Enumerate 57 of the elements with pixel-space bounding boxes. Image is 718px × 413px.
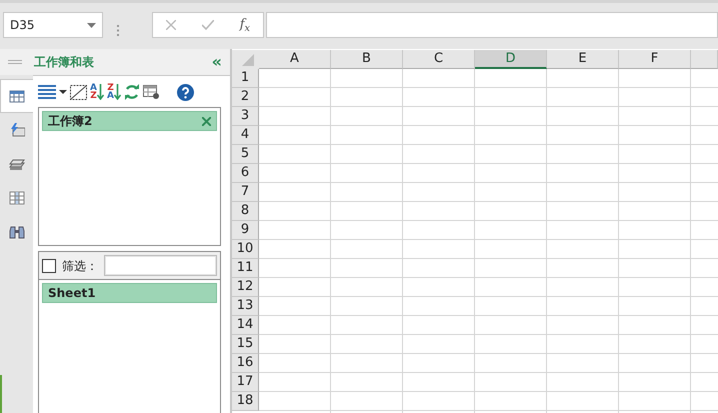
row-header[interactable]: 5 — [232, 145, 259, 164]
panel-title: 工作簿和表 — [34, 54, 94, 71]
help-button[interactable] — [176, 84, 194, 100]
accent-bar — [0, 375, 2, 413]
grip-icon — [8, 60, 22, 64]
row-header[interactable]: 11 — [232, 259, 259, 278]
close-icon[interactable] — [202, 116, 211, 126]
column-header[interactable] — [691, 50, 718, 69]
row-header[interactable]: 14 — [232, 316, 259, 335]
columns-icon — [8, 191, 24, 205]
side-tab[interactable] — [0, 79, 33, 113]
binoculars-icon — [8, 225, 24, 239]
row-header[interactable]: 12 — [232, 278, 259, 297]
row-header[interactable]: 16 — [232, 354, 259, 373]
row-header[interactable]: 9 — [232, 221, 259, 240]
caret-icon[interactable] — [59, 90, 67, 94]
row-header[interactable]: 1 — [232, 69, 259, 88]
resize-button[interactable] — [70, 84, 87, 100]
cancel-icon[interactable] — [166, 20, 176, 30]
row-header[interactable]: 17 — [232, 373, 259, 392]
column-header[interactable]: E — [547, 50, 619, 69]
row-header[interactable]: 18 — [232, 392, 259, 411]
formula-field[interactable] — [266, 12, 718, 38]
column-header[interactable]: B — [331, 50, 403, 69]
row-header[interactable]: 15 — [232, 335, 259, 354]
column-header[interactable]: C — [403, 50, 475, 69]
row-header[interactable]: 13 — [232, 297, 259, 316]
collapse-button[interactable]: « — [212, 54, 222, 70]
row-header[interactable]: 3 — [232, 107, 259, 126]
column-header[interactable]: D — [475, 50, 547, 69]
row-header[interactable]: 2 — [232, 88, 259, 107]
sort-button[interactable]: Z A — [106, 84, 121, 100]
list-button[interactable] — [38, 85, 56, 99]
row-header[interactable]: 7 — [232, 183, 259, 202]
sort-button[interactable]: A Z — [90, 84, 104, 100]
row-header[interactable]: 4 — [232, 126, 259, 145]
refresh-button[interactable] — [124, 84, 140, 100]
table-icon — [9, 89, 25, 103]
cell-grid[interactable] — [259, 69, 718, 413]
stack-icon — [8, 157, 24, 171]
column-header[interactable]: F — [619, 50, 691, 69]
dropdown-icon[interactable] — [87, 22, 96, 28]
filter-field[interactable] — [104, 255, 217, 276]
filter-checkbox[interactable] — [42, 258, 56, 272]
row-header[interactable]: 8 — [232, 202, 259, 221]
settings-button[interactable] — [142, 84, 160, 100]
insert-function-button[interactable]: f$_{x}$ — [240, 15, 250, 35]
filter-label: 筛选： — [62, 258, 98, 274]
row-header[interactable]: 6 — [232, 164, 259, 183]
sheet-item[interactable]: Sheet1 — [42, 283, 217, 303]
grip-icon — [117, 25, 120, 36]
row-header[interactable]: 10 — [232, 240, 259, 259]
column-header[interactable]: A — [259, 50, 331, 69]
flash-icon — [8, 123, 24, 137]
check-icon[interactable] — [202, 20, 214, 30]
workbook-item[interactable]: 工作簿2 — [42, 111, 217, 131]
name-box[interactable]: D35 — [3, 12, 103, 38]
